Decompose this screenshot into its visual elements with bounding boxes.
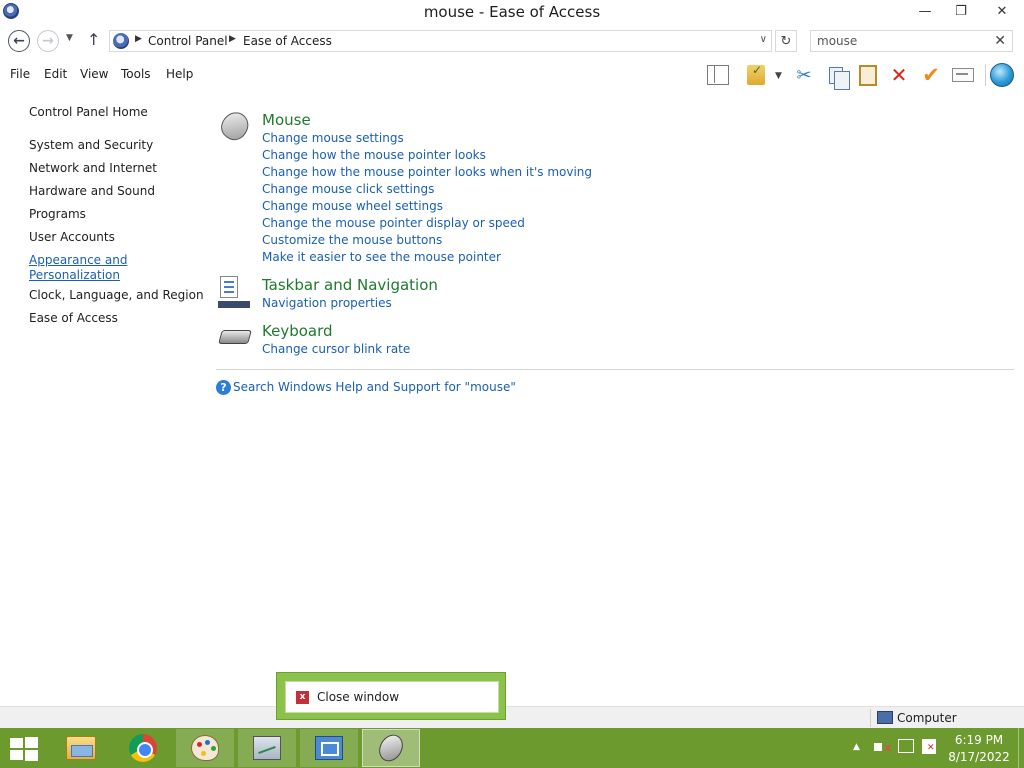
mouse-app-icon[interactable] [362,729,420,767]
toolbar-divider [985,64,986,86]
action-center-icon[interactable] [922,739,936,754]
sidebar-item-hardware-and-sound[interactable]: Hardware and Sound [29,184,155,199]
layout-icon[interactable] [706,63,730,87]
category-keyboard-title[interactable]: Keyboard [262,322,333,340]
status-location: Computer [897,711,957,725]
computer-icon [877,711,893,724]
remote-desktop-icon[interactable] [300,729,358,767]
sidebar-item-programs[interactable]: Programs [29,207,86,222]
breadcrumb-separator-icon[interactable]: ▶ [229,34,236,44]
paste-icon[interactable] [856,63,880,87]
close-icon: x [296,691,309,704]
file-explorer-icon[interactable] [52,729,110,767]
restore-button[interactable]: ❐ [946,0,976,22]
clock-time[interactable]: 6:19 PM [944,733,1014,747]
search-input[interactable]: mouse ✕ [810,30,1013,52]
network-icon[interactable] [898,739,914,753]
keyboard-icon [218,322,252,354]
back-button[interactable]: ← [8,30,30,52]
status-divider [870,709,871,727]
sidebar-item-appearance-and-personalization[interactable]: Personalization [29,268,120,283]
task-link[interactable]: Change the mouse pointer display or spee… [262,216,525,231]
breadcrumb-control-panel[interactable]: Control Panel [148,34,228,48]
task-link[interactable]: Change cursor blink rate [262,342,410,357]
sidebar-item-ease-of-access[interactable]: Ease of Access [29,311,118,326]
close-button[interactable]: ✕ [983,0,1021,22]
taskbar-icon [218,276,252,308]
task-link[interactable]: Make it easier to see the mouse pointer [262,250,501,265]
menu-file[interactable]: File [10,67,30,81]
refresh-button[interactable]: ↻ [775,30,797,52]
forward-button[interactable]: → [37,30,59,52]
windows-start-icon[interactable] [10,737,38,761]
clear-search-icon[interactable]: ✕ [994,33,1006,49]
up-button[interactable]: ↑ [87,30,100,49]
menu-bar: File Edit View Tools Help ▼ ✂ ✕ ✔ [0,61,1024,90]
delete-icon[interactable]: ✕ [887,63,911,87]
checkmark-icon[interactable]: ✔ [919,63,943,87]
recent-locations-chevron-icon[interactable]: ▼ [66,33,73,43]
help-search-link[interactable]: Search Windows Help and Support for "mou… [233,380,516,394]
sidebar-item-system-and-security[interactable]: System and Security [29,138,153,153]
sidebar-item-appearance-and-personalization[interactable]: Appearance and [29,253,127,268]
control-panel-home-link[interactable]: Control Panel Home [29,105,148,120]
breadcrumb-separator-icon[interactable]: ▶ [135,34,142,44]
cut-icon[interactable]: ✂ [792,63,816,87]
performance-monitor-icon[interactable] [238,729,296,767]
properties-icon[interactable] [744,63,768,87]
show-desktop-button[interactable] [1018,728,1024,768]
task-link[interactable]: Change how the mouse pointer looks [262,148,486,163]
globe-icon[interactable] [990,63,1014,87]
chrome-icon[interactable] [114,729,172,767]
status-bar: Computer [0,706,1024,728]
sidebar-item-clock-language-and-region[interactable]: Clock, Language, and Region [29,288,204,303]
menu-help[interactable]: Help [166,67,193,81]
menu-edit[interactable]: Edit [44,67,67,81]
close-window-label[interactable]: Close window [317,690,399,704]
address-dropdown-icon[interactable]: ∨ [760,34,767,45]
task-link[interactable]: Navigation properties [262,296,392,311]
task-link[interactable]: Change mouse click settings [262,182,434,197]
show-hidden-icons-icon[interactable]: ▲ [853,742,860,752]
breadcrumb-ease-of-access[interactable]: Ease of Access [243,34,332,48]
close-window-popup: x Close window [276,672,506,720]
help-icon: ? [216,380,231,395]
menu-tools[interactable]: Tools [121,67,151,81]
volume-muted-icon[interactable]: ✕ [874,739,892,755]
title-bar: mouse - Ease of Access — ❐ ✕ [0,0,1024,24]
paint-icon[interactable] [176,729,234,767]
search-value[interactable]: mouse [817,34,857,48]
rename-icon[interactable] [951,63,975,87]
category-mouse-title[interactable]: Mouse [262,111,311,129]
task-link[interactable]: Change how the mouse pointer looks when … [262,165,592,180]
control-panel-icon [113,33,129,49]
category-taskbar-title[interactable]: Taskbar and Navigation [262,276,438,294]
navigation-bar: ← → ▼ ↑ ▶ Control Panel ▶ Ease of Access… [0,27,1024,57]
close-window-item[interactable]: x Close window [285,681,499,713]
address-bar[interactable]: ▶ Control Panel ▶ Ease of Access ∨ [109,30,772,52]
sidebar-item-network-and-internet[interactable]: Network and Internet [29,161,157,176]
mouse-icon [216,107,254,145]
window-title: mouse - Ease of Access [423,3,601,21]
clock-date[interactable]: 8/17/2022 [944,750,1014,764]
properties-dropdown-icon[interactable]: ▼ [775,71,782,81]
sidebar-item-user-accounts[interactable]: User Accounts [29,230,115,245]
minimize-button[interactable]: — [910,0,940,22]
taskbar: ▲ ✕ 6:19 PM 8/17/2022 [0,728,1024,768]
task-link[interactable]: Change mouse wheel settings [262,199,443,214]
copy-icon[interactable] [824,63,850,90]
menu-view[interactable]: View [80,67,108,81]
task-link[interactable]: Customize the mouse buttons [262,233,442,248]
divider [216,369,1014,370]
task-link[interactable]: Change mouse settings [262,131,404,146]
